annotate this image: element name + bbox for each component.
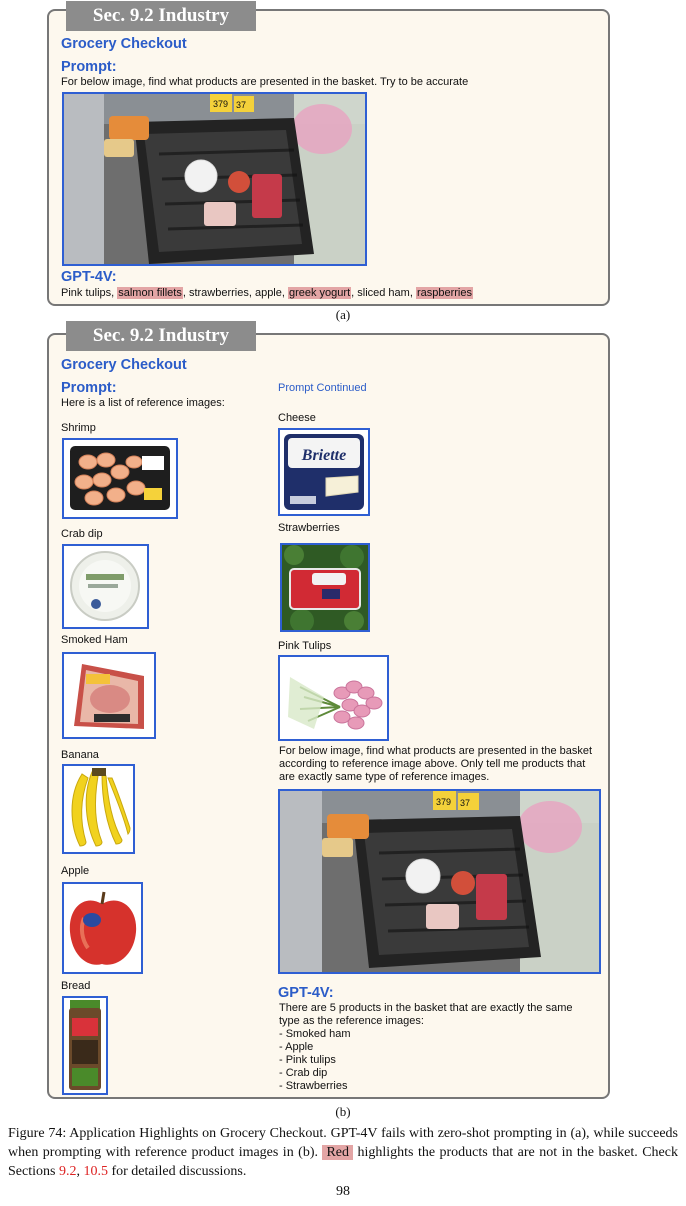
caption-red-label: Red — [322, 1145, 354, 1160]
pink-tulips-photo — [280, 657, 387, 739]
answer-part-3: , strawberries, apple, — [182, 287, 288, 299]
prompt-continued-label: Prompt Continued — [278, 382, 367, 394]
price-tag-1: 379 — [213, 99, 228, 109]
panel-b-prompt-heading: Prompt: — [61, 380, 117, 396]
crab-dip-photo — [64, 546, 147, 627]
panel-a-title: Grocery Checkout — [61, 36, 187, 52]
section-link-9-2[interactable]: 9.2 — [59, 1164, 77, 1179]
cheese-photo: Briette — [280, 430, 368, 514]
apple-photo — [64, 884, 141, 972]
caption-part-4: for detailed discussions. — [107, 1164, 247, 1179]
ref-image-strawberries — [280, 543, 370, 632]
smoked-ham-photo — [64, 654, 154, 737]
ref-image-pink-tulips — [278, 655, 389, 741]
ref-image-apple — [62, 882, 143, 974]
ref-label-cheese: Cheese — [278, 412, 316, 424]
ref-image-bread — [62, 996, 108, 1095]
ref-label-shrimp: Shrimp — [61, 422, 96, 434]
answer-wrong-yogurt: greek yogurt — [287, 287, 352, 299]
ref-label-banana: Banana — [61, 749, 99, 761]
answer-item-apple: - Apple — [279, 1041, 314, 1053]
ref-label-strawberries: Strawberries — [278, 522, 340, 534]
question-text: For below image, find what products are … — [279, 745, 599, 784]
section-tab-b: Sec. 9.2 Industry — [66, 321, 256, 351]
answer-wrong-raspberries: raspberries — [415, 287, 473, 299]
basket-image-b: 379 37 — [278, 789, 601, 974]
figure-caption: Figure 74: Application Highlights on Gro… — [8, 1124, 678, 1181]
section-tab-a: Sec. 9.2 Industry — [66, 1, 256, 31]
ref-label-apple: Apple — [61, 865, 90, 877]
panel-a-answer-heading: GPT-4V: — [61, 269, 117, 285]
question-line-3: are exactly same type of reference image… — [279, 771, 490, 783]
ref-image-shrimp — [62, 438, 178, 519]
panel-b-label: (b) — [335, 1104, 351, 1119]
panel-b-answer: There are 5 products in the basket that … — [279, 1002, 599, 1093]
basket-photo: 379 37 — [64, 94, 365, 264]
shrimp-photo — [64, 440, 176, 517]
answer-item-pink-tulips: - Pink tulips — [279, 1054, 336, 1066]
answer-line-2: type as the reference images: — [279, 1015, 424, 1027]
section-link-10-5[interactable]: 10.5 — [83, 1164, 108, 1179]
panel-a-prompt-text: For below image, find what products are … — [61, 76, 469, 88]
ref-label-bread: Bread — [61, 980, 91, 992]
price-tag-1b: 379 — [436, 797, 451, 807]
ref-label-crab-dip: Crab dip — [61, 528, 103, 540]
panel-a-prompt-heading: Prompt: — [61, 59, 117, 75]
answer-item-smoked-ham: - Smoked ham — [279, 1028, 351, 1040]
ref-image-cheese: Briette — [278, 428, 370, 516]
price-tag-2: 37 — [236, 100, 246, 110]
banana-photo — [64, 766, 133, 852]
answer-line-1: There are 5 products in the basket that … — [279, 1002, 573, 1014]
page-number: 98 — [336, 1184, 350, 1199]
strawberries-photo — [282, 545, 368, 630]
panel-b-prompt-intro: Here is a list of reference images: — [61, 397, 225, 409]
basket-image-a: 379 37 — [62, 92, 367, 266]
answer-part-5: , sliced ham, — [351, 287, 416, 299]
ref-image-crab-dip — [62, 544, 149, 629]
ref-image-smoked-ham — [62, 652, 156, 739]
ref-label-pink-tulips: Pink Tulips — [278, 640, 332, 652]
basket-photo-b: 379 37 — [280, 791, 599, 972]
question-line-1: For below image, find what products are … — [279, 745, 593, 757]
ref-image-banana — [62, 764, 135, 854]
answer-item-strawberries: - Strawberries — [279, 1080, 348, 1092]
bread-photo — [64, 998, 106, 1093]
answer-item-crab-dip: - Crab dip — [279, 1067, 328, 1079]
answer-part-1: Pink tulips, — [61, 287, 118, 299]
answer-wrong-salmon: salmon fillets — [117, 287, 183, 299]
brie-brand-text: Briette — [301, 447, 346, 464]
panel-b-answer-heading: GPT-4V: — [278, 985, 334, 1001]
ref-label-smoked-ham: Smoked Ham — [61, 634, 128, 646]
question-line-2: according to reference image above. Only… — [279, 758, 586, 770]
panel-a-answer: Pink tulips, salmon fillets, strawberrie… — [61, 287, 473, 300]
price-tag-2b: 37 — [460, 798, 470, 808]
panel-b-title: Grocery Checkout — [61, 357, 187, 373]
